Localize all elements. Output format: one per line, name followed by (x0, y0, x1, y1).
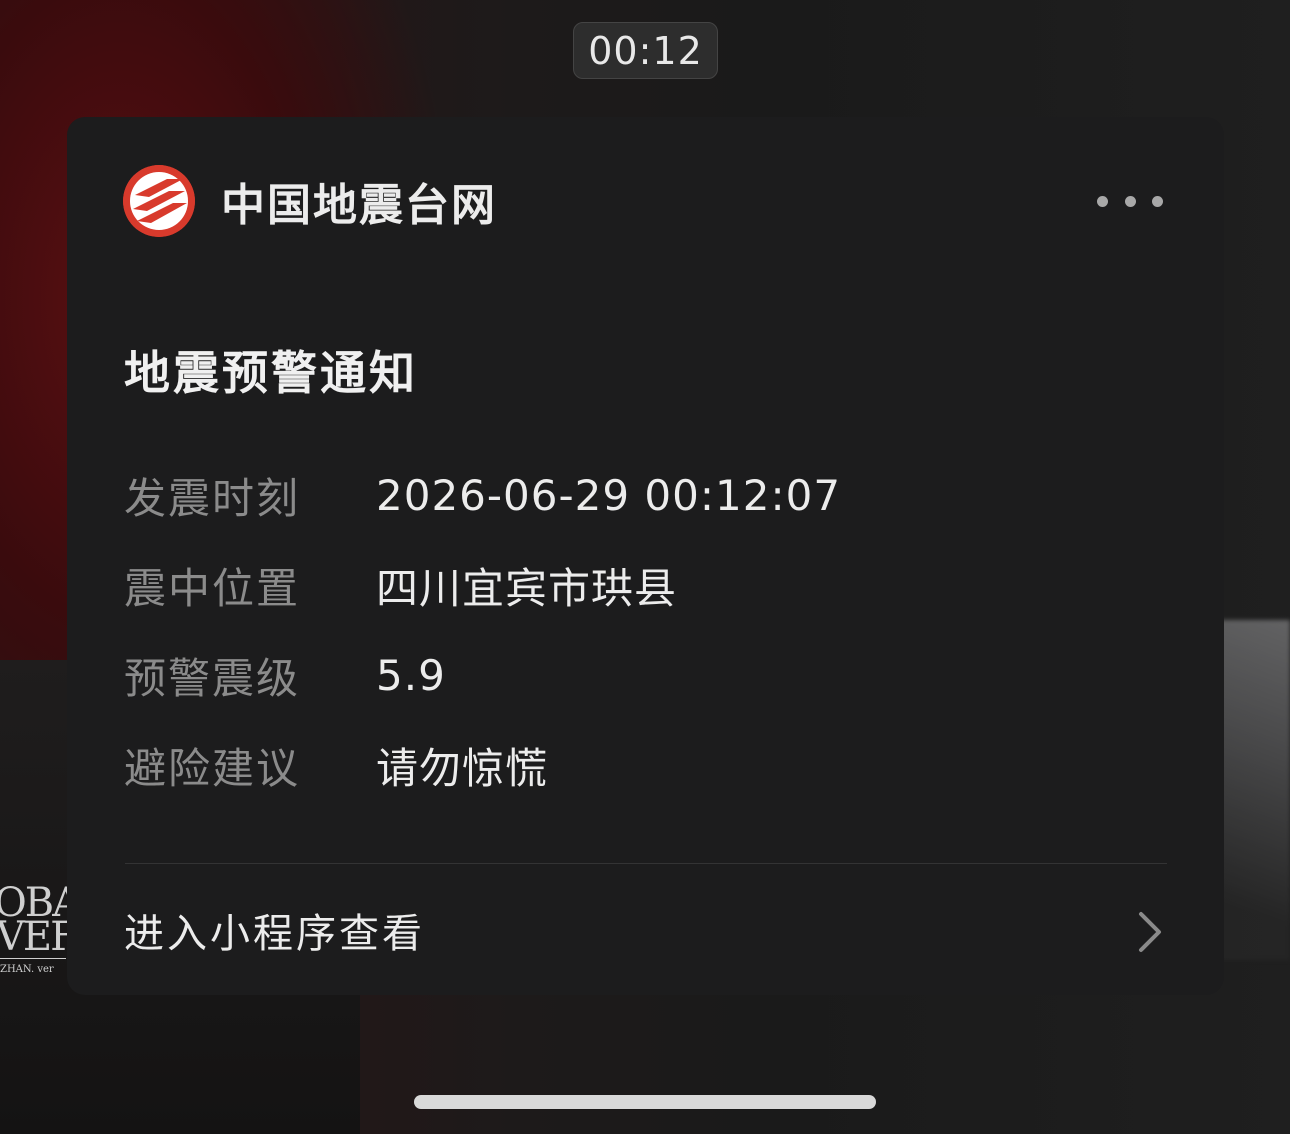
app-name: 中国地震台网 (221, 180, 497, 231)
earthquake-network-logo-icon (123, 165, 195, 237)
call-timer: 00:12 (573, 22, 718, 79)
notification-title: 地震预警通知 (124, 346, 418, 400)
info-value: 请勿惊慌 (376, 743, 549, 793)
info-label: 避险建议 (124, 743, 301, 793)
open-mini-program-label: 进入小程序查看 (124, 911, 425, 957)
info-row-location: 震中位置 四川宜宾市珙县 (124, 555, 677, 615)
info-row-advice: 避险建议 请勿惊慌 (124, 735, 548, 795)
poster-text-line3: ZHAN. ver (0, 964, 54, 975)
info-label: 发震时刻 (124, 473, 301, 523)
info-label: 预警震级 (124, 653, 301, 703)
card-divider (125, 863, 1167, 864)
open-mini-program-link[interactable]: 进入小程序查看 (67, 875, 1224, 985)
info-row-magnitude: 预警震级 5.9 (124, 645, 446, 705)
chevron-right-icon (1139, 912, 1161, 952)
info-value: 四川宜宾市珙县 (376, 563, 678, 613)
info-value: 2026-06-29 00:12:07 (376, 470, 842, 520)
more-dots-icon[interactable] (1097, 189, 1163, 213)
info-value: 5.9 (376, 650, 446, 700)
poster-rule (0, 958, 66, 959)
info-row-time: 发震时刻 2026-06-29 00:12:07 (124, 465, 841, 525)
notification-card[interactable]: 中国地震台网 地震预警通知 发震时刻 2026-06-29 00:12:07 震… (67, 117, 1224, 995)
home-indicator[interactable] (414, 1095, 876, 1109)
info-label: 震中位置 (124, 563, 301, 613)
card-header: 中国地震台网 (123, 165, 497, 237)
poster-text-line2: VEF (0, 914, 78, 960)
